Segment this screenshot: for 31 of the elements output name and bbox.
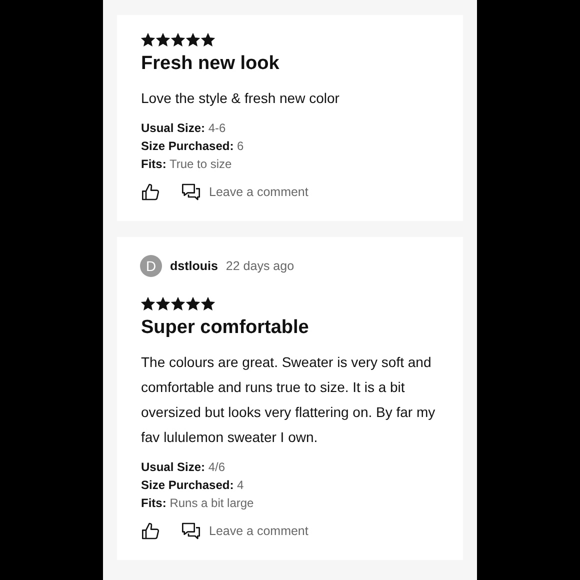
review-title: Fresh new look xyxy=(141,52,280,76)
review-date: 22 days ago xyxy=(226,259,294,273)
thumbs-up-icon xyxy=(141,521,161,541)
star-icon xyxy=(156,33,170,47)
like-button[interactable] xyxy=(141,182,161,202)
comment-icon xyxy=(181,521,201,541)
star-icon xyxy=(201,297,215,311)
star-icon xyxy=(156,297,170,311)
like-button[interactable] xyxy=(141,521,161,541)
detail-line: Size Purchased: 6 xyxy=(141,138,245,155)
star-icon xyxy=(171,297,185,311)
review-title: Super comfortable xyxy=(141,316,310,340)
star-icon xyxy=(141,297,155,311)
review-text: Love the style & fresh new color xyxy=(141,89,340,108)
avatar: D xyxy=(140,255,162,277)
leave-comment-button[interactable]: Leave a comment xyxy=(181,182,308,202)
detail-line: Size Purchased: 4 xyxy=(141,477,245,494)
star-icon xyxy=(201,33,215,47)
thumbs-up-icon xyxy=(141,182,161,202)
detail-line: Fits: Runs a bit large xyxy=(141,495,255,512)
star-icon xyxy=(186,33,200,47)
review-text: The colours are great. Sweater is very soft and comfortable and runs true to size. It is a bit oversized but looks very flattering on. By far my fav lululemon sweater I own. xyxy=(141,353,436,447)
comment-icon xyxy=(181,182,201,202)
detail-line: Usual Size: 4/6 xyxy=(141,459,226,476)
leave-comment-button[interactable]: Leave a comment xyxy=(181,521,308,541)
star-icon xyxy=(141,33,155,47)
star-icon xyxy=(171,33,185,47)
detail-line: Usual Size: 4-6 xyxy=(141,120,227,137)
detail-line: Fits: True to size xyxy=(141,156,233,173)
star-icon xyxy=(186,297,200,311)
reviewer-name[interactable]: dstlouis xyxy=(170,259,218,273)
